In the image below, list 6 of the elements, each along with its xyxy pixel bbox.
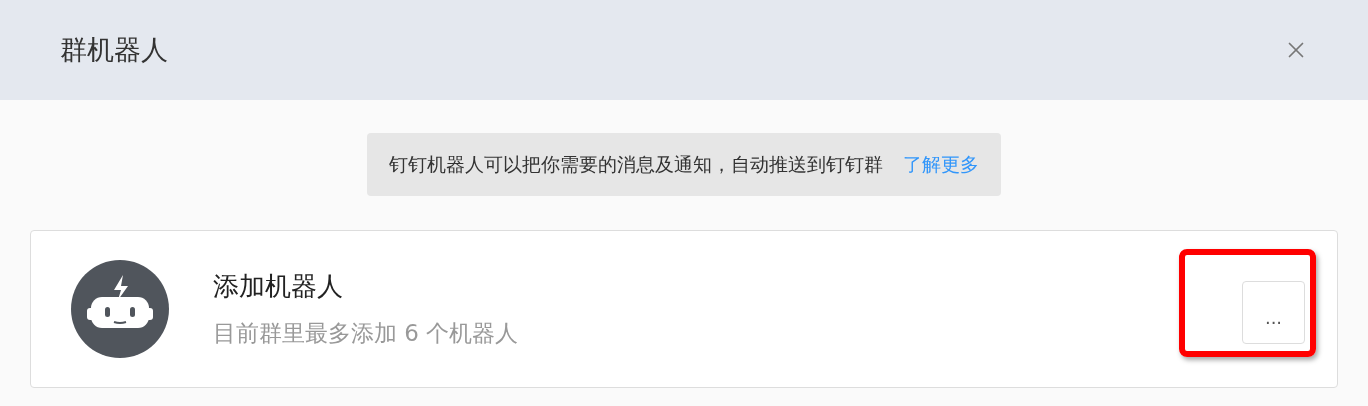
notice-text: 钉钉机器人可以把你需要的消息及通知，自动推送到钉钉群 [389,152,883,178]
robot-subtitle: 目前群里最多添加 6 个机器人 [213,319,519,349]
dialog-title: 群机器人 [60,32,168,67]
robot-icon [71,260,169,358]
robot-title: 添加机器人 [213,270,344,304]
more-button[interactable]: ... [1242,280,1305,344]
